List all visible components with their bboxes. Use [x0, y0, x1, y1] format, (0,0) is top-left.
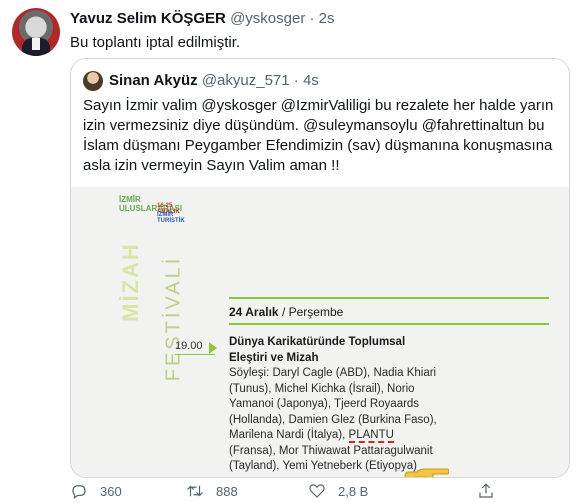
like-button[interactable]: 2,8 B — [308, 481, 368, 501]
reply-button[interactable]: 360 — [70, 481, 122, 501]
logo-tag: İZMİR TURİSTİK — [157, 212, 185, 224]
session-title: Dünya Karikatüründe Toplumsal Eleştiri v… — [229, 336, 406, 364]
author-name[interactable]: Yavuz Selim KÖŞGER — [70, 10, 226, 27]
quoted-tweet-text: Sayın İzmir valim @yskosger @IzmirValili… — [83, 97, 554, 174]
quoted-author-handle: @akyuz_571 — [201, 72, 290, 89]
retweet-button[interactable]: 888 — [186, 481, 238, 501]
divider — [175, 354, 215, 355]
like-icon — [309, 484, 325, 498]
quoted-tweet-image[interactable]: İZMİR ULUSLARARASI 16-25 ARALIK İZMİR TU… — [71, 187, 569, 477]
author-handle[interactable]: @yskosger — [230, 10, 305, 27]
highlighted-speaker: PLANTU — [348, 429, 394, 441]
time-arrow-icon — [209, 342, 217, 354]
quoted-tweet-time: 4s — [302, 72, 319, 89]
session-details: Dünya Karikatüründe Toplumsal Eleştiri v… — [229, 335, 439, 475]
tweet-actions: 360 888 2,8 B — [70, 481, 570, 501]
tweet-time[interactable]: 2s — [319, 10, 335, 27]
vertical-subtitle: FESTİVALİ — [162, 255, 185, 382]
quoted-author-name: Sinan Akyüz — [109, 72, 198, 89]
separator: · — [309, 10, 315, 27]
date-separator: / — [281, 305, 289, 319]
tweet-header: Yavuz Selim KÖŞGER @yskosger · 2s — [70, 10, 335, 27]
retweet-count: 888 — [216, 483, 238, 499]
event-weekday: Perşembe — [288, 305, 344, 319]
divider — [229, 323, 549, 325]
divider — [229, 297, 549, 299]
quoted-tweet[interactable]: Sinan Akyüz @akyuz_571 · 4s Sayın İzmir … — [70, 58, 570, 478]
share-icon — [479, 483, 493, 498]
pointing-hand-icon — [404, 468, 449, 477]
tweet[interactable]: Yavuz Selim KÖŞGER @yskosger · 2s Bu top… — [0, 0, 584, 503]
separator: · — [293, 72, 299, 89]
reply-icon — [72, 485, 86, 499]
like-count: 2,8 B — [338, 483, 369, 499]
share-button[interactable] — [477, 481, 495, 501]
avatar-collar — [32, 38, 40, 50]
quoted-tweet-header: Sinan Akyüz @akyuz_571 · 4s — [109, 72, 319, 89]
speakers-intro: Söyleşi: — [229, 367, 270, 379]
event-date: 24 Aralık / Perşembe — [229, 305, 343, 319]
vertical-title: MİZAH — [117, 242, 143, 322]
tweet-text: Bu toplantı iptal edilmiştir. — [70, 34, 241, 51]
retweet-icon — [187, 485, 203, 497]
reply-count: 360 — [100, 483, 122, 499]
event-time: 19.00 — [175, 340, 203, 352]
quoted-author-avatar — [83, 71, 103, 91]
event-day: 24 Aralık — [229, 305, 279, 319]
author-avatar[interactable] — [12, 8, 60, 56]
festival-logo-column: İZMİR ULUSLARARASI 16-25 ARALIK İZMİR TU… — [99, 187, 189, 477]
